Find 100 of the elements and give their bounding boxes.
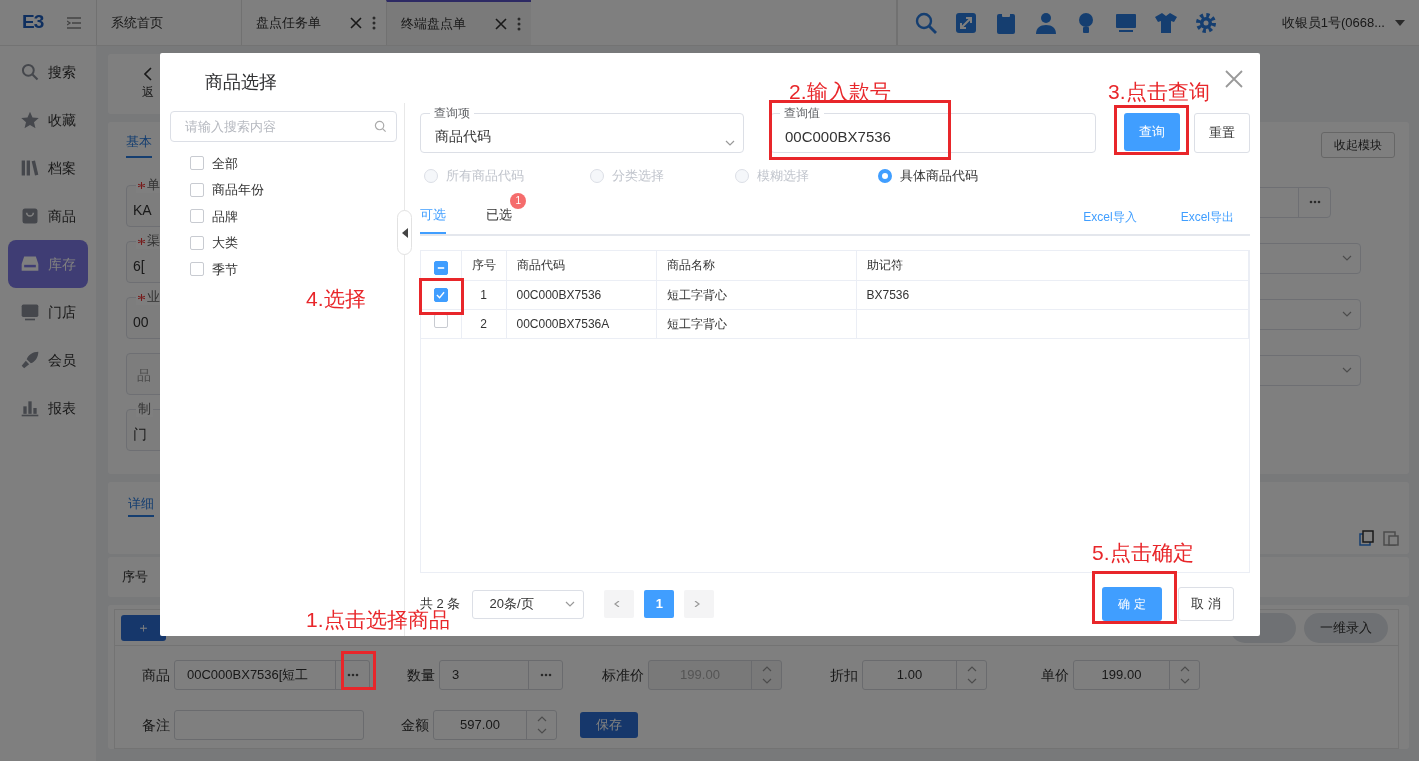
sidebar-item[interactable]: 档案 [8,144,88,192]
reset-button[interactable]: 重置 [1194,113,1250,153]
field-label: 标准价 [601,665,644,685]
tree-item[interactable]: 品牌 [212,206,238,226]
tree-item[interactable]: 商品年份 [212,180,264,200]
sidebar-item[interactable]: 报表 [8,384,88,432]
app-logo: E3 [22,10,44,35]
dialog-title: 商品选择 [205,72,277,92]
sidebar-item[interactable]: 商品 [8,192,88,240]
checkbox[interactable] [190,182,204,197]
column-header: 序号 [471,258,496,273]
tree-item[interactable]: 大类 [212,233,238,253]
page-tab[interactable]: 终端盘点单 [386,0,531,45]
link[interactable]: Excel导出 [1180,208,1234,226]
checkbox[interactable] [190,262,204,277]
page-tab[interactable]: 系统首页 [96,0,241,45]
checkbox[interactable] [190,156,204,171]
search-field[interactable]: 请输入搜索内容 [170,111,397,142]
table-cell: BX7536 [866,287,910,302]
check-icon [436,290,446,299]
lookup-field[interactable]: 00C000BX7536[短工 [174,660,370,690]
field-label: 数量 [406,665,435,685]
menu-icon[interactable] [67,16,82,29]
checkbox[interactable] [190,235,204,250]
collapse-handle[interactable] [397,210,412,255]
page-button[interactable]: 1 [644,590,675,618]
field-label: 金额 [400,715,429,735]
confirm-button[interactable]: 确 定 [1102,587,1162,621]
caret-icon [1395,19,1405,26]
annotation-label: 4.选择 [306,288,366,310]
column-header: 商品名称 [666,258,715,273]
table-cell: 00C000BX7536 [516,287,602,302]
required-icon [138,181,145,189]
paste-icon[interactable] [1383,530,1399,546]
cancel-button[interactable]: 取 消 [1178,587,1234,621]
close-icon[interactable] [350,16,362,29]
search-icon [20,62,40,82]
number-field[interactable]: 1.00 [862,660,987,690]
gear-icon[interactable] [1193,10,1218,35]
chevron-down-icon [761,677,772,685]
close-icon[interactable] [1225,70,1243,88]
field-label: 折扣 [829,665,858,685]
person-icon[interactable] [1033,10,1058,35]
more-icon[interactable] [372,15,376,30]
sidebar-item[interactable]: 门店 [8,288,88,336]
tab[interactable]: 可选 [420,204,446,234]
highlight-frame [341,651,376,690]
star-icon [20,110,40,130]
lookup-field[interactable]: 3 [439,660,563,690]
books-icon [20,158,40,178]
chevron-up-icon [1179,665,1190,673]
bar-chart-icon [20,398,40,418]
chevron-down-icon [536,727,547,735]
expand-icon[interactable] [953,10,978,35]
field-label: 查询值 [780,106,824,120]
section-tab[interactable]: 基本 [126,132,152,158]
search-button[interactable]: 查询 [1124,113,1180,151]
radio-option[interactable]: 具体商品代码 [878,166,1078,186]
sidebar-item[interactable]: 收藏 [8,96,88,144]
field-label: 业 [136,289,162,305]
chevron-down-icon [565,601,576,607]
link[interactable]: Excel导入 [1083,208,1137,226]
chevron-up-icon [966,665,977,673]
copy-icon[interactable] [1359,530,1375,546]
annotation-label: 1.点击选择商品 [306,609,450,631]
collapse-button[interactable]: 收起模块 [1321,132,1395,158]
tree-item[interactable]: 全部 [212,153,238,173]
highlight-frame [419,278,464,315]
count-badge: 1 [510,192,526,209]
user-menu[interactable]: 收银员1号(0668... [1235,12,1419,33]
required-icon [138,293,145,301]
page-size-select[interactable]: 20条/页 [472,589,585,619]
sidebar-item[interactable]: 会员 [8,336,88,384]
tab[interactable]: 已选 [486,204,512,232]
caret-left-icon [401,227,408,238]
field-label: 商品 [141,665,170,685]
checkbox[interactable] [190,209,204,224]
chevron-down-icon [1342,255,1352,261]
row-checkbox[interactable] [433,287,448,302]
section-tab[interactable]: 详细 [128,496,154,517]
search-icon[interactable] [913,10,938,35]
sidebar-item[interactable]: 搜索 [8,48,88,96]
save-button[interactable]: 保存 [580,712,638,738]
annotation-label: 5.点击确定 [1092,542,1194,564]
chevron-left-icon [144,67,152,81]
radio[interactable] [878,169,892,183]
annotation-label: 3.点击查询 [1108,81,1210,103]
column-header: 商品代码 [516,258,565,273]
monitor-icon [20,302,40,322]
table-cell: 短工字背心 [666,287,727,302]
select-all-checkbox[interactable] [433,260,448,275]
number-field[interactable]: 199.00 [1073,660,1200,690]
close-icon[interactable] [495,17,507,30]
more-icon[interactable] [517,16,521,31]
search-icon [374,120,387,133]
tree-item[interactable]: 季节 [212,259,238,279]
chevron-up-icon [761,665,772,673]
number-field[interactable]: 597.00 [433,710,557,740]
shirt-icon[interactable] [1153,10,1178,35]
sidebar-item[interactable]: 库存 [8,240,88,288]
